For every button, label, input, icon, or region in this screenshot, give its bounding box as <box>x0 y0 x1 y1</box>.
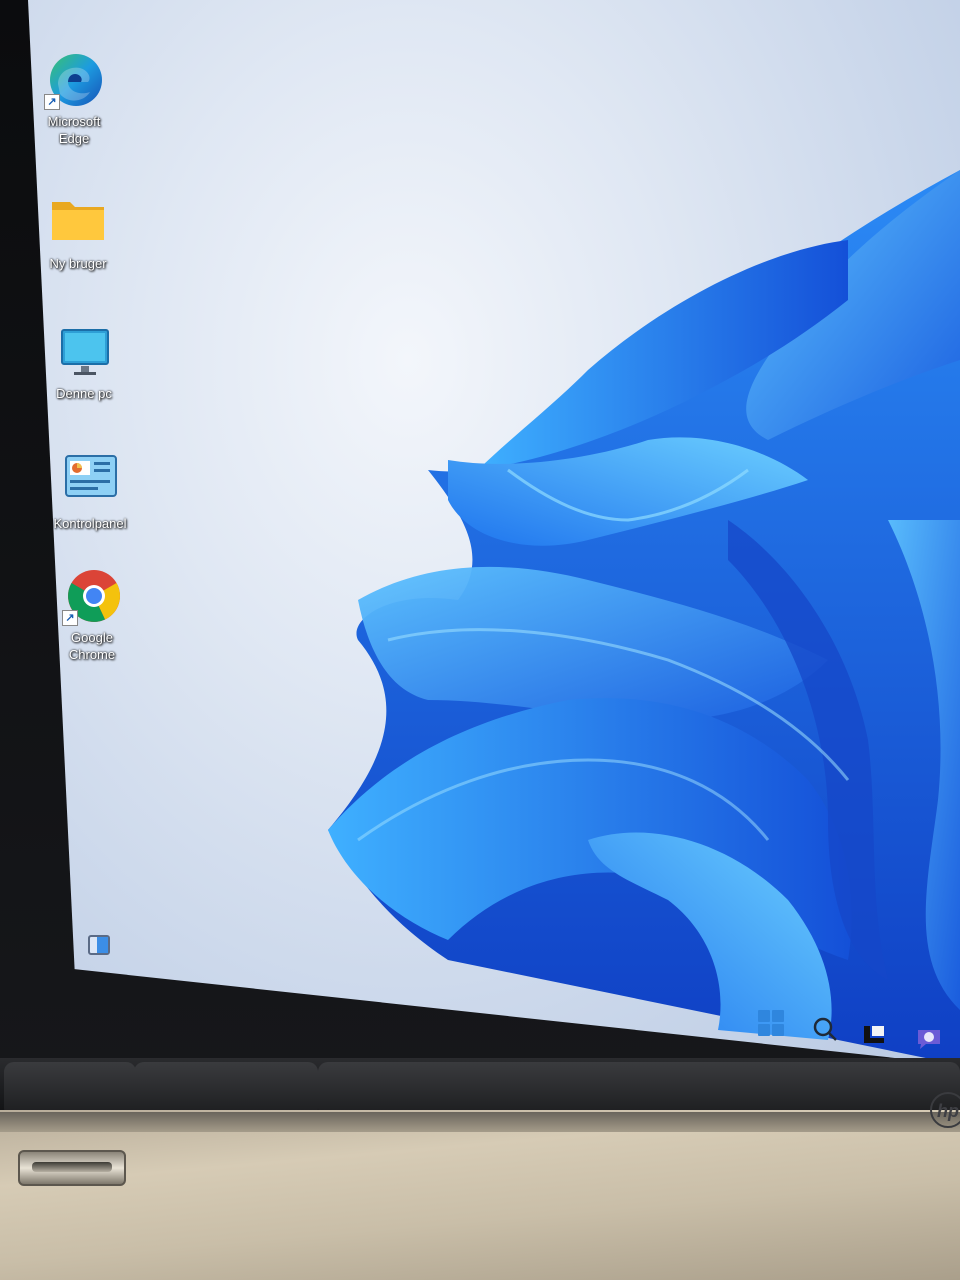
control-panel-icon <box>60 452 120 512</box>
desktop-screen <box>28 0 960 1065</box>
desktop-icon-label: Google Chrome <box>68 630 116 662</box>
desktop-icon-chrome[interactable]: ↗ Google Chrome <box>50 566 134 663</box>
edge-icon: ↗ <box>44 50 104 110</box>
desktop-icon-label: Microsoft Edge <box>47 114 101 146</box>
desktop-icon-denne-pc[interactable]: Denne pc <box>42 322 126 402</box>
folder-icon <box>48 192 108 252</box>
fingerprint-reader <box>18 1150 126 1186</box>
shortcut-arrow-icon: ↗ <box>62 610 78 626</box>
desktop-icon-label: Denne pc <box>56 386 112 401</box>
shortcut-arrow-icon: ↗ <box>44 94 60 110</box>
search-icon[interactable] <box>812 1016 838 1042</box>
task-view-icon[interactable] <box>862 1024 886 1046</box>
laptop-chassis <box>0 1110 960 1280</box>
start-icon[interactable] <box>758 1010 784 1036</box>
widgets-icon[interactable] <box>88 935 110 955</box>
desktop-icon-label: Ny bruger <box>49 256 107 271</box>
desktop-icon-edge[interactable]: ↗ Microsoft Edge <box>32 50 116 147</box>
hp-logo: hp <box>930 1092 960 1128</box>
desktop-icon-label: Kontrolpanel <box>53 516 127 531</box>
monitor-icon <box>54 322 114 382</box>
wallpaper-bloom <box>328 170 960 1065</box>
chrome-icon: ↗ <box>62 566 122 626</box>
chassis-edge <box>0 1112 960 1132</box>
chat-icon[interactable] <box>914 1026 944 1052</box>
desktop-icon-kontrolpanel[interactable]: Kontrolpanel <box>48 452 132 532</box>
desktop-icon-ny-bruger[interactable]: Ny bruger <box>36 192 120 272</box>
